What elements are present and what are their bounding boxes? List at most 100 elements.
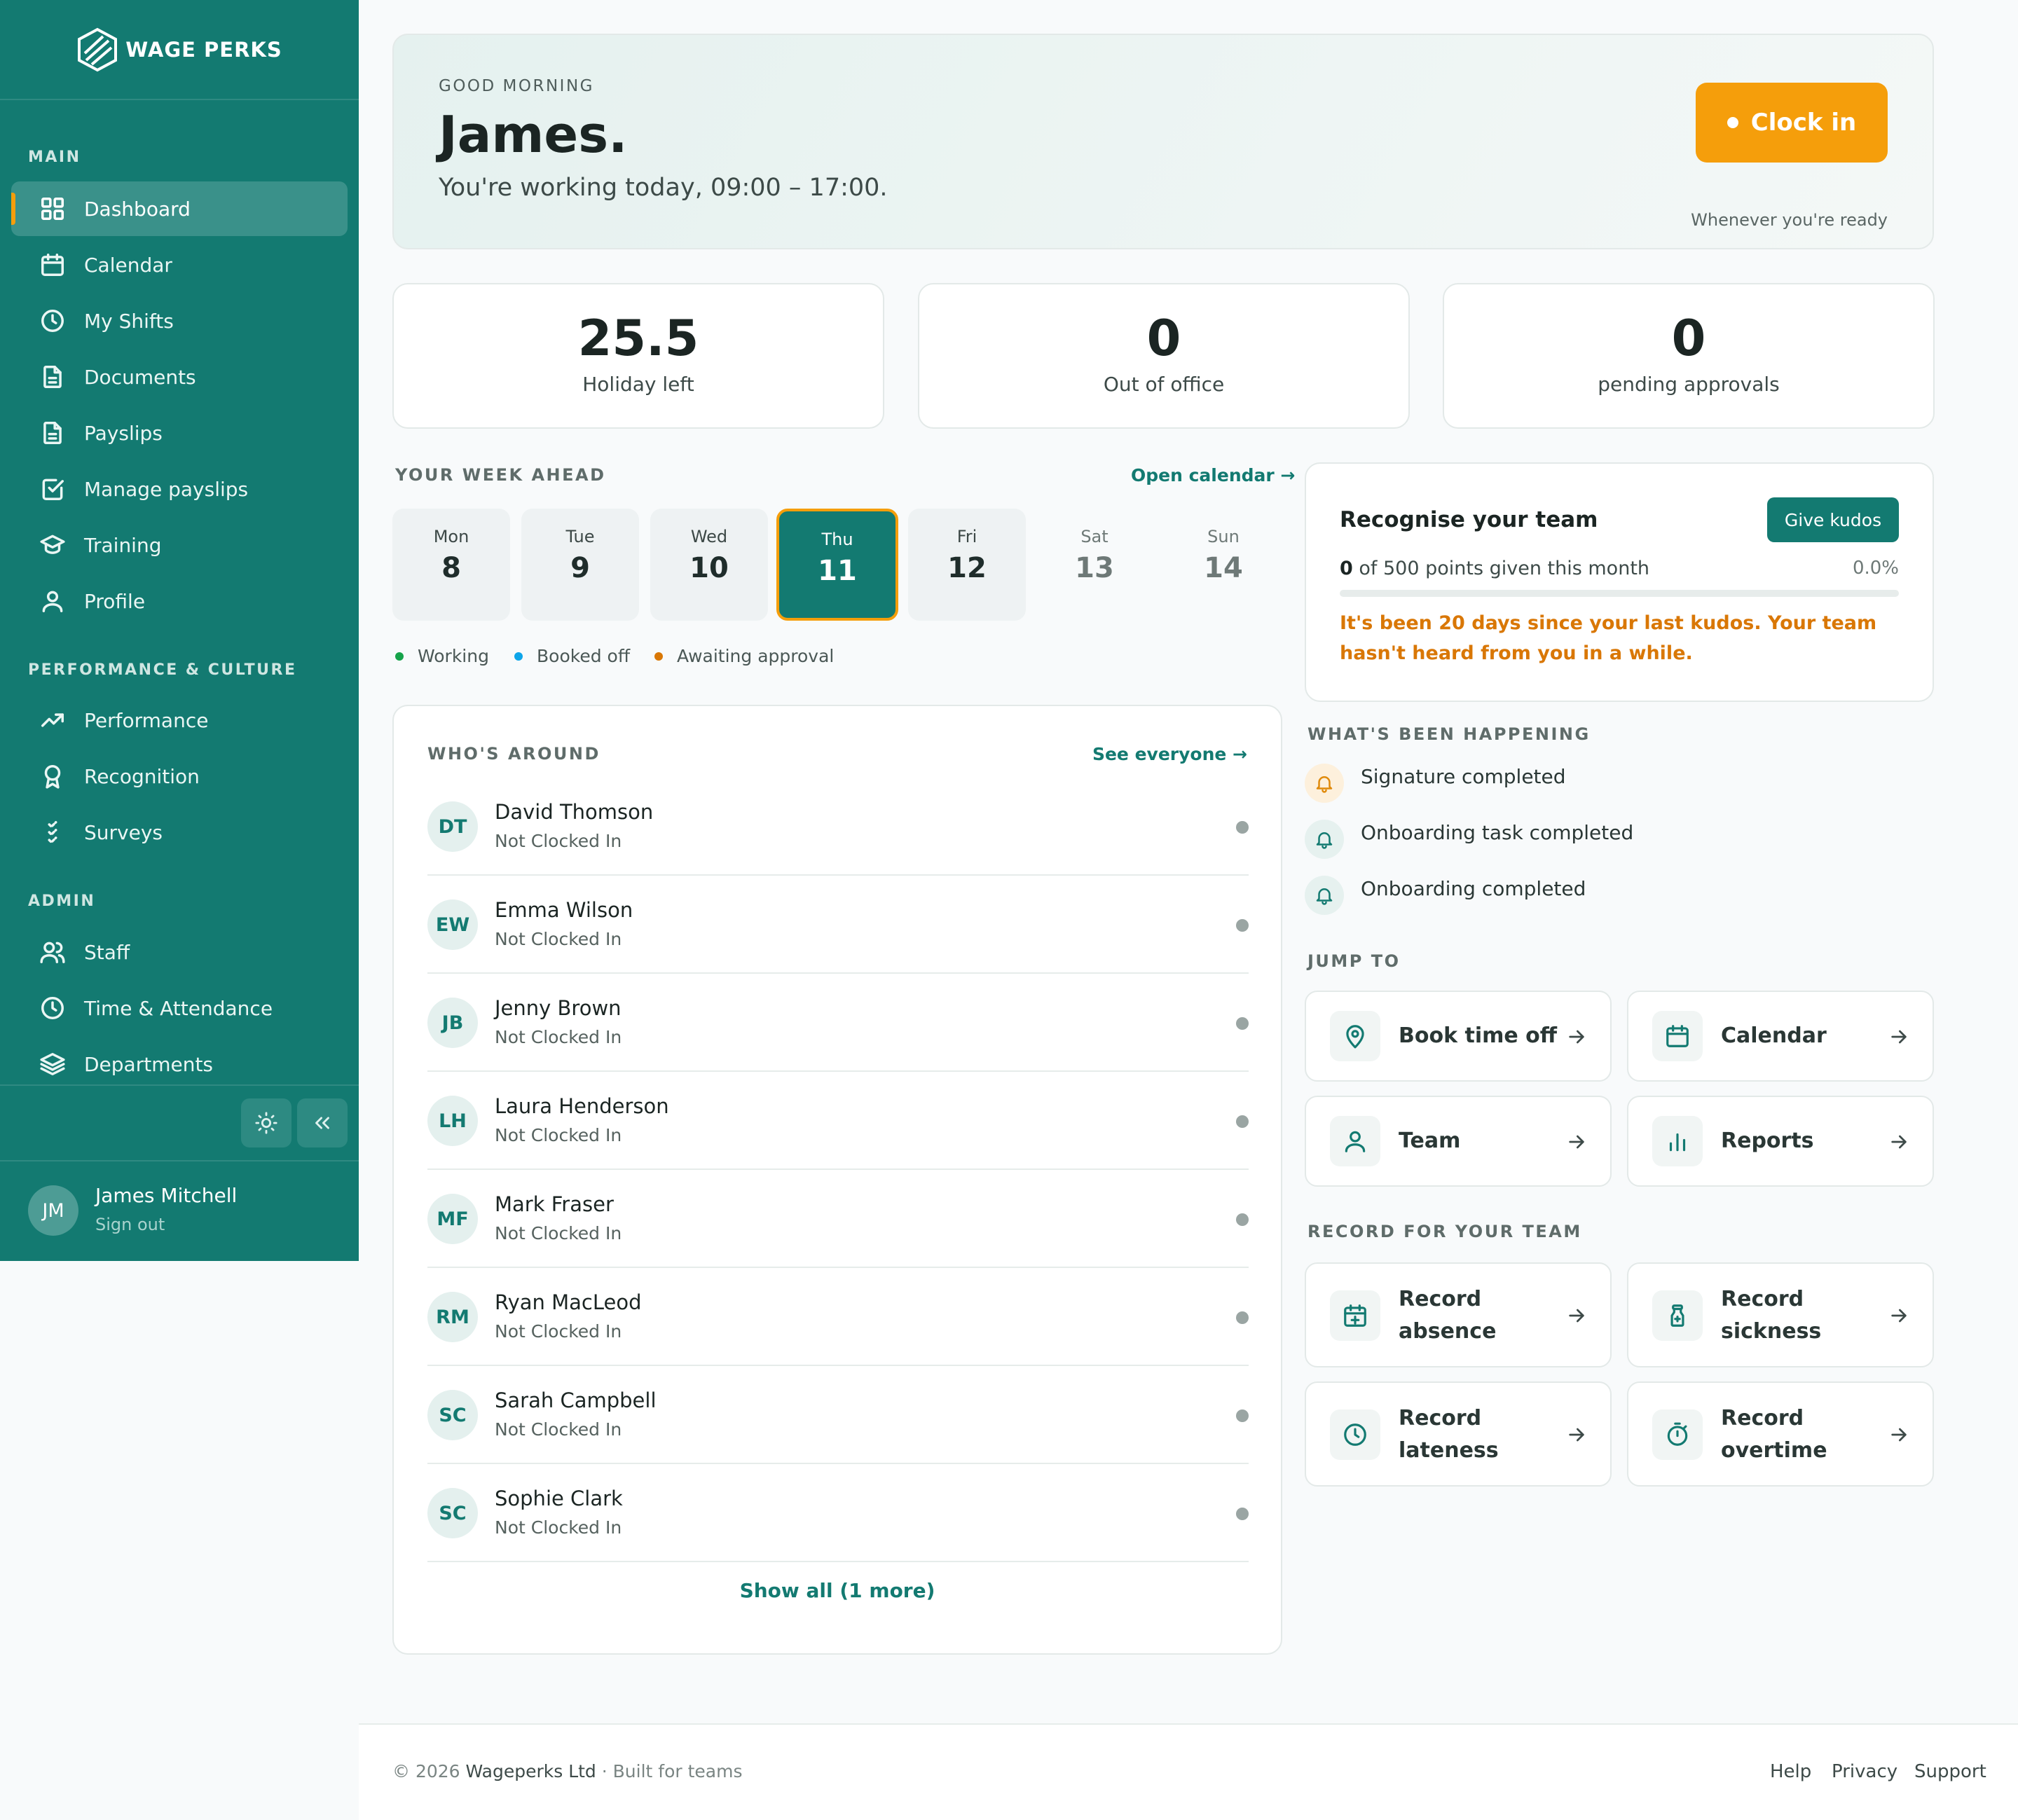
day-sat[interactable]: Sat 13 [1036,509,1153,621]
list-item[interactable]: EW Emma Wilson Not Clocked In [427,876,1249,974]
stopwatch-icon [1652,1409,1703,1460]
arrow-right-icon [1565,1304,1588,1327]
sidebar-item-departments[interactable]: Departments [11,1037,348,1091]
map-pin-icon [1330,1011,1380,1061]
kudos-points-text: of 500 points given this month [1352,558,1650,579]
list-item[interactable]: DT David Thomson Not Clocked In [427,778,1249,876]
brand[interactable]: WAGE PERKS [0,0,359,100]
sidebar-item-calendar[interactable]: Calendar [11,237,348,292]
stat-out-of-office[interactable]: 0 Out of office [918,283,1410,429]
sidebar-item-label: Departments [84,1052,214,1076]
sidebar-item-label: Manage payslips [84,477,249,501]
stat-value: 25.5 [577,310,699,367]
shift-summary: You're working today, 09:00 – 17:00. [439,174,888,202]
person-name: Jenny Brown [495,996,622,1020]
sidebar-item-dashboard[interactable]: Dashboard [11,181,348,236]
person-name: Sophie Clark [495,1487,623,1510]
sidebar-item-label: My Shifts [84,309,174,333]
list-item[interactable]: SC Sarah Campbell Not Clocked In [427,1366,1249,1464]
list-item[interactable]: MF Mark Fraser Not Clocked In [427,1170,1249,1268]
collapse-sidebar-button[interactable] [297,1098,348,1147]
theme-toggle-button[interactable] [241,1098,291,1147]
sidebar-item-surveys[interactable]: Surveys [11,805,348,860]
whos-around-title: WHO'S AROUND [427,744,600,764]
see-everyone-link[interactable]: See everyone → [1092,744,1247,764]
legend-dot-icon [395,652,404,661]
day-name: Fri [956,527,977,546]
sidebar-item-manage-payslips[interactable]: Manage payslips [11,462,348,516]
list-item[interactable]: LH Laura Henderson Not Clocked In [427,1072,1249,1170]
privacy-link[interactable]: Privacy [1832,1761,1897,1782]
sidebar-item-label: Training [84,533,162,557]
day-mon[interactable]: Mon 8 [392,509,510,621]
list-item[interactable]: RM Ryan MacLeod Not Clocked In [427,1268,1249,1366]
legend-label: Working [418,646,489,666]
day-name: Thu [821,530,853,549]
sidebar-item-profile[interactable]: Profile [11,574,348,628]
stat-label: Out of office [1103,373,1225,396]
kudos-warning: It's been 20 days since your last kudos.… [1340,612,1877,664]
record-sickness-button[interactable]: Record sickness [1627,1262,1934,1367]
calendar-icon [41,254,64,276]
day-sun[interactable]: Sun 14 [1165,509,1282,621]
sidebar-item-performance[interactable]: Performance [11,693,348,747]
list-item[interactable]: SC Sophie Clark Not Clocked In [427,1464,1249,1562]
graduation-cap-icon [40,535,65,554]
sidebar-item-label: Calendar [84,253,172,277]
day-wed[interactable]: Wed 10 [650,509,768,621]
sidebar-item-staff[interactable]: Staff [11,925,348,979]
copyright-year: © 2026 [392,1761,460,1781]
nav-section-performance: PERFORMANCE & CULTURE [28,661,297,679]
day-number: 8 [441,552,461,584]
status-dot-icon [1727,117,1738,128]
avatar: JB [427,998,478,1048]
day-number: 11 [818,555,857,587]
record-overtime-button[interactable]: Record overtime [1627,1381,1934,1487]
medicine-bottle-icon [1652,1290,1703,1341]
kudos-title: Recognise your team [1340,507,1598,532]
avatar: MF [427,1194,478,1244]
day-thu-today[interactable]: Thu 11 [776,509,898,621]
give-kudos-button[interactable]: Give kudos [1767,497,1899,542]
help-link[interactable]: Help [1770,1761,1811,1782]
sidebar-item-payslips[interactable]: Payslips [11,406,348,460]
sidebar-item-my-shifts[interactable]: My Shifts [11,294,348,348]
show-all-button[interactable]: Show all (1 more) [394,1579,1281,1602]
legend-label: Booked off [537,646,631,666]
record-lateness-button[interactable]: Record lateness [1305,1381,1612,1487]
day-fri[interactable]: Fri 12 [908,509,1026,621]
stat-holiday-left[interactable]: 25.5 Holiday left [392,283,884,429]
nav-section-admin: ADMIN [28,892,96,910]
list-item[interactable]: JB Jenny Brown Not Clocked In [427,974,1249,1072]
jump-book-time-off[interactable]: Book time off [1305,991,1612,1082]
day-name: Tue [565,527,595,546]
support-link[interactable]: Support [1914,1761,1986,1782]
day-tue[interactable]: Tue 9 [521,509,639,621]
sign-out-link[interactable]: Sign out [95,1215,165,1234]
checklist-icon [48,821,57,843]
jump-calendar[interactable]: Calendar [1627,991,1934,1082]
legend-awaiting-approval: Awaiting approval [654,646,834,666]
checkbox-icon [42,478,64,500]
person-name: David Thomson [495,800,654,824]
sidebar-item-time-attendance[interactable]: Time & Attendance [11,981,348,1035]
day-number: 9 [570,552,590,584]
clock-in-button[interactable]: Clock in [1696,83,1888,163]
jump-reports[interactable]: Reports [1627,1096,1934,1187]
legend-dot-icon [514,652,523,661]
record-absence-button[interactable]: Record absence [1305,1262,1612,1367]
sidebar-item-training[interactable]: Training [11,518,348,572]
kudos-percent: 0.0% [1852,558,1899,579]
sidebar-item-label: Payslips [84,421,163,445]
open-calendar-link[interactable]: Open calendar → [1131,465,1295,485]
bell-icon [1305,876,1344,915]
sidebar-item-recognition[interactable]: Recognition [11,749,348,804]
jump-team[interactable]: Team [1305,1096,1612,1187]
nav-section-main: MAIN [28,149,81,166]
avatar[interactable]: JM [28,1185,78,1236]
legend-dot-icon [654,652,663,661]
stat-pending-approvals[interactable]: 0 pending approvals [1443,283,1935,429]
clock-in-hint: Whenever you're ready [1691,210,1888,230]
status-dot-icon [1236,1017,1249,1030]
sidebar-item-documents[interactable]: Documents [11,350,348,404]
